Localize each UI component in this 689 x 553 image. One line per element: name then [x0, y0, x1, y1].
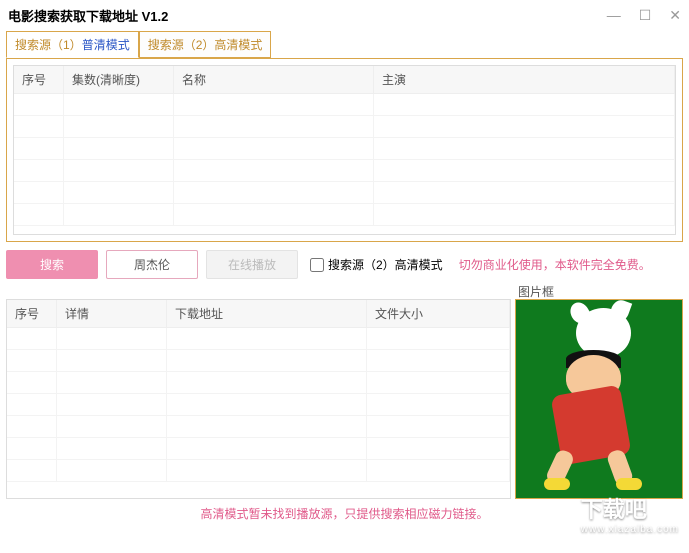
titlebar: 电影搜索获取下载地址 V1.2 — ☐ ✕: [0, 0, 689, 30]
tab2-mode: 高清模式: [214, 38, 262, 52]
download-grid[interactable]: 序号 详情 下载地址 文件大小: [6, 299, 511, 499]
col2-detail[interactable]: 详情: [57, 300, 167, 327]
col-cast[interactable]: 主演: [374, 66, 675, 93]
hd-mode-checkbox[interactable]: 搜索源（2）高清模式: [310, 256, 443, 273]
cartoon-shoe-icon: [544, 478, 570, 490]
cartoon-shoe-icon: [616, 478, 642, 490]
picframe-label: 图片框: [518, 283, 554, 300]
results-grid[interactable]: 序号 集数(清晰度) 名称 主演: [13, 65, 676, 235]
tab-source-1[interactable]: 搜索源（1）普清模式: [6, 31, 139, 58]
col-name[interactable]: 名称: [174, 66, 374, 93]
keyword-button[interactable]: 周杰伦: [106, 250, 198, 279]
footer-note: 高清模式暂未找到播放源，只提供搜索相应磁力链接。: [0, 505, 689, 522]
tab2-prefix: 搜索源（2）: [148, 38, 215, 52]
control-row: 搜索 周杰伦 在线播放 搜索源（2）高清模式 切勿商业化使用，本软件完全免费。: [6, 250, 683, 279]
col-episodes[interactable]: 集数(清晰度): [64, 66, 174, 93]
download-grid-body[interactable]: [7, 328, 510, 482]
minimize-icon[interactable]: —: [607, 7, 621, 24]
window-title: 电影搜索获取下载地址 V1.2: [8, 6, 607, 25]
watermark-url: www.xiazaiba.com: [581, 524, 679, 535]
picture-frame: [515, 299, 683, 499]
window-controls: — ☐ ✕: [607, 7, 681, 24]
tab-bar: 搜索源（1）普清模式 搜索源（2）高清模式: [6, 30, 683, 58]
close-icon[interactable]: ✕: [669, 7, 681, 24]
hd-mode-checkbox-input[interactable]: [310, 258, 324, 272]
col-index[interactable]: 序号: [14, 66, 64, 93]
col2-size[interactable]: 文件大小: [367, 300, 510, 327]
results-grid-header: 序号 集数(清晰度) 名称 主演: [14, 66, 675, 94]
tab1-mode: 普清模式: [82, 38, 130, 52]
play-online-button: 在线播放: [206, 250, 298, 279]
tab-source-2[interactable]: 搜索源（2）高清模式: [139, 31, 272, 58]
results-panel: 序号 集数(清晰度) 名称 主演: [6, 58, 683, 242]
search-button[interactable]: 搜索: [6, 250, 98, 279]
disclaimer-text: 切勿商业化使用，本软件完全免费。: [459, 256, 651, 273]
col2-url[interactable]: 下载地址: [167, 300, 367, 327]
download-grid-header: 序号 详情 下载地址 文件大小: [7, 300, 510, 328]
col2-index[interactable]: 序号: [7, 300, 57, 327]
maximize-icon[interactable]: ☐: [639, 7, 652, 24]
hd-mode-checkbox-label: 搜索源（2）高清模式: [328, 256, 443, 273]
lower-area: 序号 详情 下载地址 文件大小: [6, 299, 683, 499]
tab1-prefix: 搜索源（1）: [15, 38, 82, 52]
results-grid-body[interactable]: [14, 94, 675, 226]
